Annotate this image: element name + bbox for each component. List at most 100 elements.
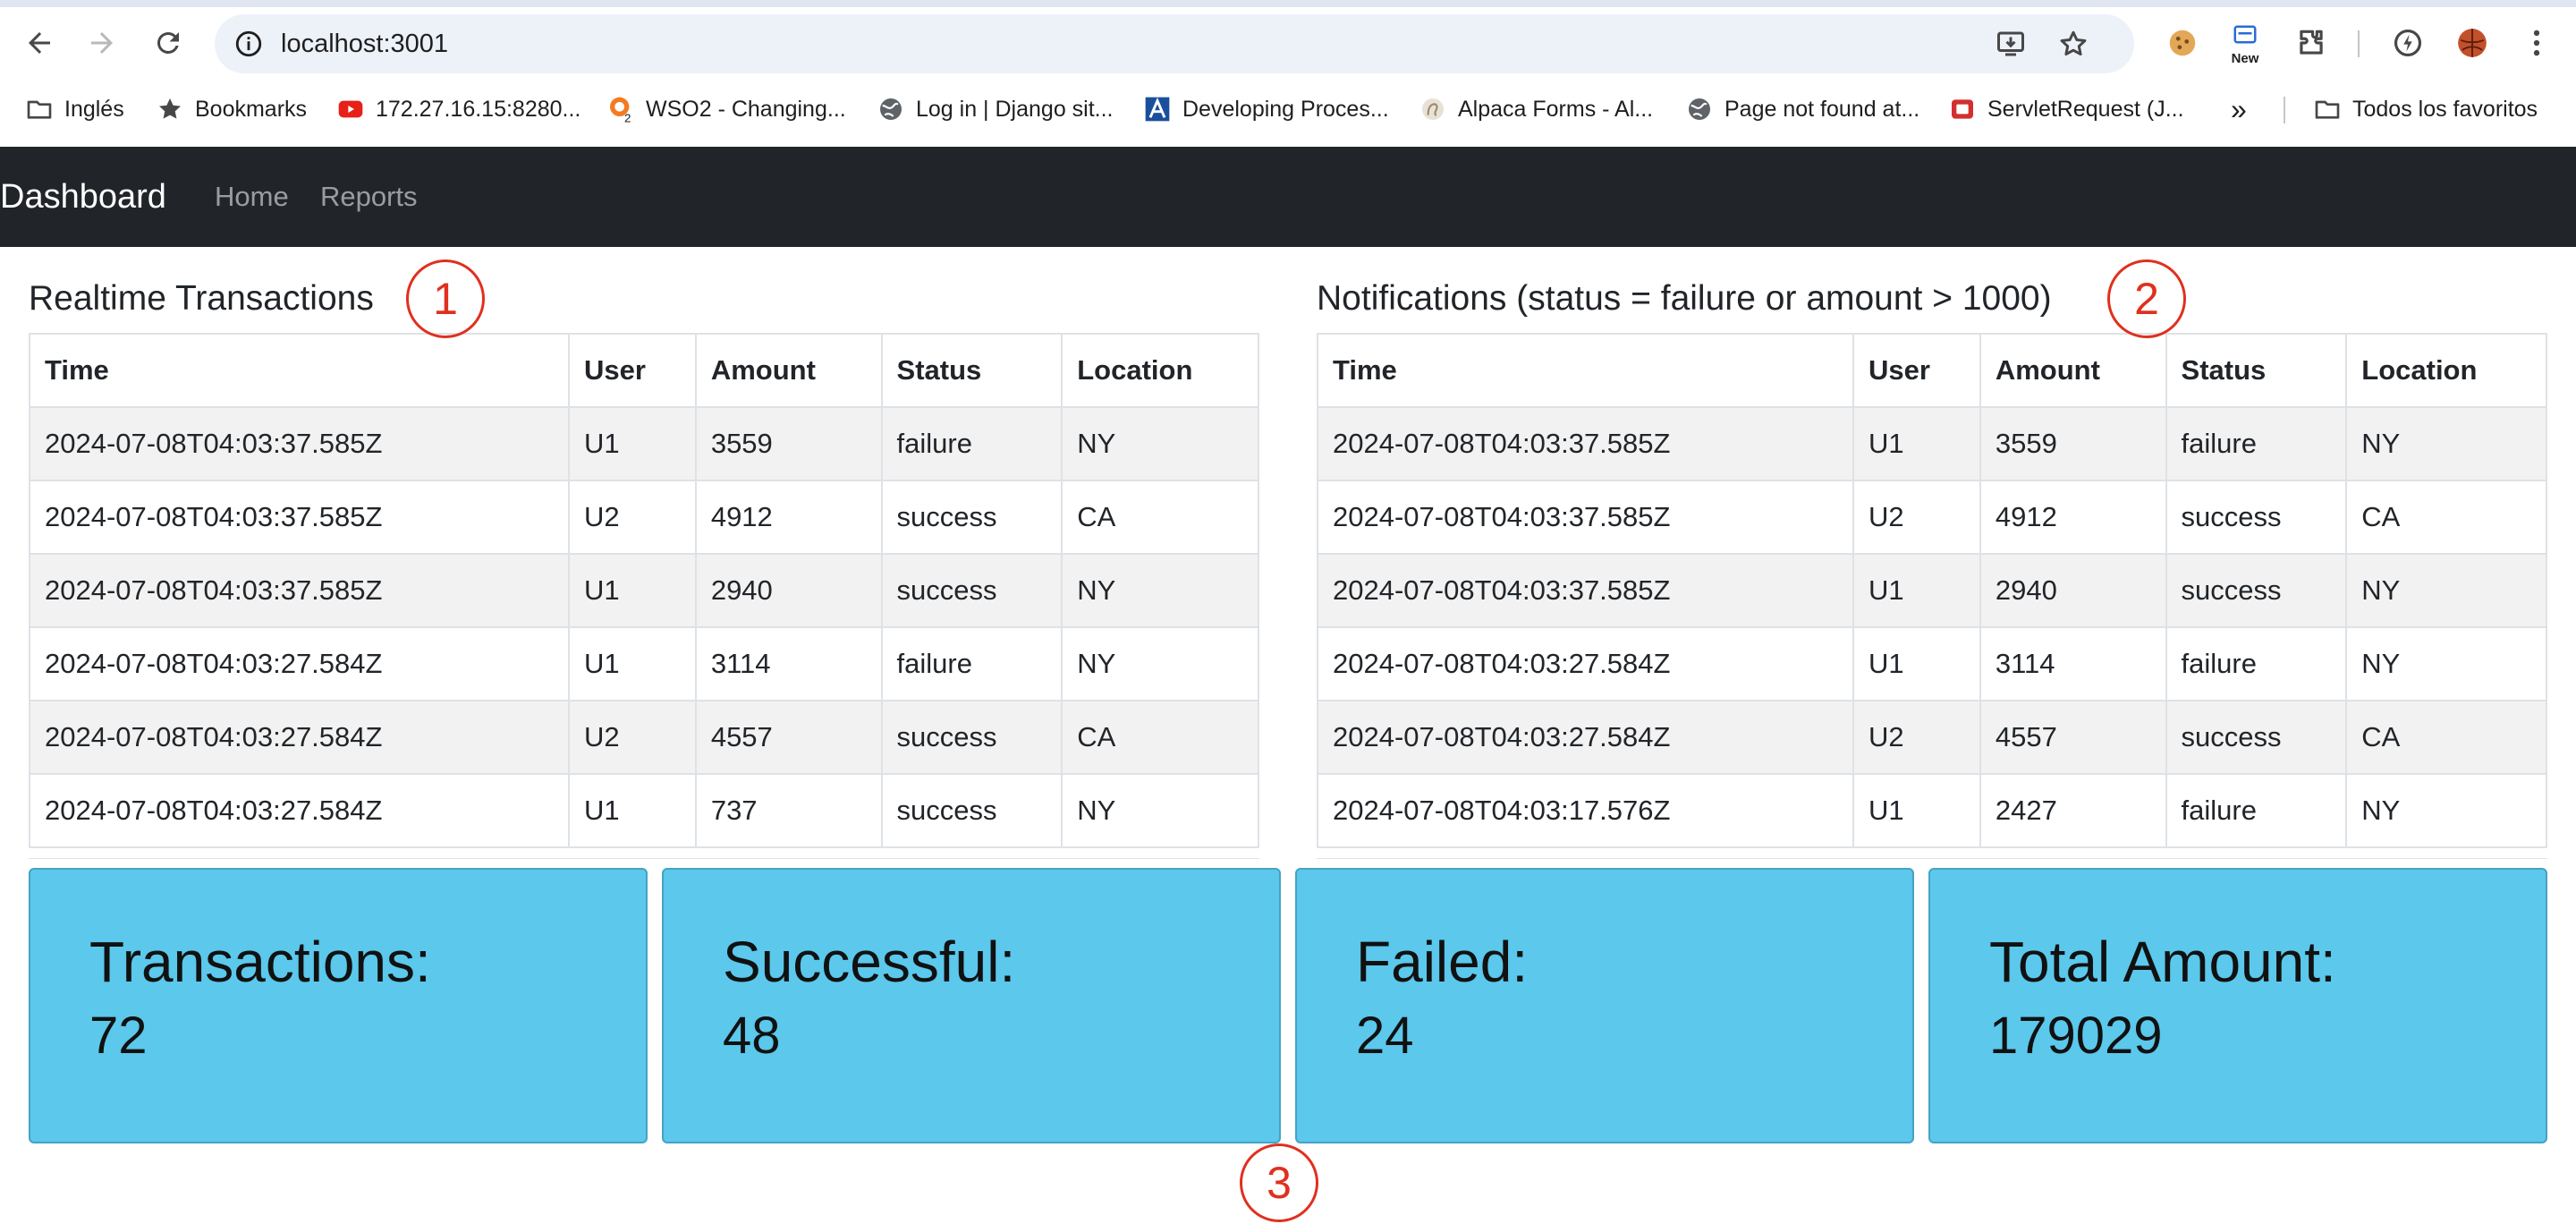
stat-card-successful: Successful: 48 bbox=[662, 868, 1281, 1143]
table-cell: U2 bbox=[568, 480, 697, 555]
table-row: 2024-07-08T04:03:37.585Z U1 2940 success NY bbox=[1317, 553, 2547, 628]
table-row: 2024-07-08T04:03:27.584Z U2 4557 success CA bbox=[29, 700, 1259, 775]
bookmark-label: ServletRequest (J... bbox=[1987, 96, 2184, 122]
table-cell: 2024-07-08T04:03:37.585Z bbox=[29, 553, 571, 628]
bookmarks-bar: Inglés Bookmarks 172.27.16.15:8280... 2 … bbox=[0, 86, 2576, 132]
table-row: 2024-07-08T04:03:27.584Z U2 4557 success CA bbox=[1317, 700, 2547, 775]
table-row: 2024-07-08T04:03:37.585Z U2 4912 success CA bbox=[1317, 480, 2547, 555]
reload-button[interactable] bbox=[143, 18, 193, 68]
forward-arrow-icon bbox=[91, 32, 113, 54]
nav-link-home[interactable]: Home bbox=[215, 147, 289, 247]
table-cell: CA bbox=[2345, 480, 2547, 555]
bookmark-label: Page not found at... bbox=[1724, 96, 1920, 122]
bookmark-django-login[interactable]: Log in | Django sit... bbox=[877, 86, 1114, 132]
table-cell: 2024-07-08T04:03:27.584Z bbox=[1317, 700, 1855, 775]
browser-toolbar: localhost:3001 New bbox=[0, 7, 2576, 79]
table-cell: CA bbox=[2345, 700, 2547, 775]
table-cell: failure bbox=[880, 406, 1063, 481]
notifications-title: Notifications (status = failure or amoun… bbox=[1317, 279, 2052, 318]
tab-strip-edge bbox=[0, 0, 2576, 7]
table-cell: 2024-07-08T04:03:27.584Z bbox=[29, 773, 571, 848]
table-cell: CA bbox=[1061, 480, 1259, 555]
bookmark-bookmarks[interactable]: Bookmarks bbox=[156, 86, 307, 132]
table-cell: U2 bbox=[568, 700, 697, 775]
table-cell: NY bbox=[2345, 406, 2547, 481]
table-cell: success bbox=[880, 480, 1063, 555]
table-row: 2024-07-08T04:03:37.585Z U1 3559 failure NY bbox=[1317, 406, 2547, 481]
table-cell: 3114 bbox=[1979, 626, 2167, 701]
table-row: 2024-07-08T04:03:17.576Z U1 2427 failure NY bbox=[1317, 773, 2547, 848]
column-header: Location bbox=[1061, 333, 1259, 408]
bookmark-developing-process[interactable]: Developing Proces... bbox=[1143, 86, 1389, 132]
navbar-brand[interactable]: Dashboard bbox=[0, 147, 166, 247]
profile-avatar-icon[interactable] bbox=[2447, 18, 2497, 68]
new-extension-icon[interactable]: New bbox=[2220, 18, 2270, 68]
transactions-table-container[interactable]: Time User Amount Status Location 2024-07… bbox=[29, 333, 1259, 859]
table-row: 2024-07-08T04:03:37.585Z U2 4912 success CA bbox=[29, 480, 1259, 555]
table-cell: 2024-07-08T04:03:27.584Z bbox=[29, 626, 571, 701]
stat-value: 72 bbox=[89, 1007, 148, 1065]
bookmark-ip-address[interactable]: 172.27.16.15:8280... bbox=[336, 86, 580, 132]
alpaca-forms-icon bbox=[1419, 95, 1447, 123]
forward-button[interactable] bbox=[77, 18, 127, 68]
servlet-icon bbox=[1948, 95, 1977, 123]
site-info-icon[interactable] bbox=[227, 22, 270, 65]
table-cell: 2024-07-08T04:03:37.585Z bbox=[29, 406, 571, 481]
table-row: 2024-07-08T04:03:37.585Z U1 3559 failure NY bbox=[29, 406, 1259, 481]
bookmarks-divider bbox=[2284, 97, 2285, 123]
nav-link-reports[interactable]: Reports bbox=[320, 147, 418, 247]
column-header: User bbox=[568, 333, 697, 408]
table-cell: 4557 bbox=[1979, 700, 2167, 775]
back-button[interactable] bbox=[14, 18, 64, 68]
bookmark-alpaca-forms[interactable]: Alpaca Forms - Al... bbox=[1419, 86, 1653, 132]
table-cell: success bbox=[880, 773, 1063, 848]
table-cell: 4557 bbox=[694, 700, 883, 775]
table-cell: failure bbox=[2165, 626, 2348, 701]
stat-card-failed: Failed: 24 bbox=[1295, 868, 1914, 1143]
bookmark-page-not-found[interactable]: Page not found at... bbox=[1685, 86, 1919, 132]
table-header-row: Time User Amount Status Location bbox=[1317, 333, 2547, 408]
table-cell: 737 bbox=[694, 773, 883, 848]
menu-kebab-icon[interactable] bbox=[2512, 18, 2562, 68]
all-bookmarks-folder[interactable]: Todos los favoritos bbox=[2313, 86, 2538, 132]
table-cell: success bbox=[2165, 700, 2348, 775]
table-cell: failure bbox=[880, 626, 1063, 701]
table-cell: NY bbox=[2345, 773, 2547, 848]
table-cell: U1 bbox=[1852, 773, 1981, 848]
table-cell: failure bbox=[2165, 406, 2348, 481]
cookie-extension-icon[interactable] bbox=[2157, 18, 2207, 68]
bookmark-ingles[interactable]: Inglés bbox=[25, 86, 124, 132]
app-navbar: Dashboard Home Reports bbox=[0, 147, 2576, 247]
table-cell: U2 bbox=[1852, 480, 1981, 555]
notifications-table-container[interactable]: Time User Amount Status Location 2024-07… bbox=[1317, 333, 2547, 859]
install-app-icon[interactable] bbox=[1989, 22, 2032, 65]
toolbar-divider bbox=[2358, 30, 2360, 57]
performance-icon[interactable] bbox=[2383, 18, 2433, 68]
table-cell: 2024-07-08T04:03:37.585Z bbox=[1317, 553, 1855, 628]
more-bookmarks-button[interactable]: » bbox=[2231, 86, 2247, 132]
address-bar[interactable]: localhost:3001 bbox=[215, 14, 2134, 73]
bookmark-label: Inglés bbox=[64, 96, 124, 122]
column-header: User bbox=[1852, 333, 1981, 408]
bookmark-servlet-request[interactable]: ServletRequest (J... bbox=[1948, 86, 2184, 132]
stat-label: Failed: bbox=[1356, 930, 1529, 994]
stat-value: 48 bbox=[723, 1007, 781, 1065]
transactions-title: Realtime Transactions bbox=[29, 279, 374, 318]
bookmark-wso2[interactable]: 2 WSO2 - Changing... bbox=[606, 86, 846, 132]
table-cell: 2024-07-08T04:03:37.585Z bbox=[1317, 480, 1855, 555]
table-cell: 2427 bbox=[1979, 773, 2167, 848]
table-cell: U1 bbox=[568, 406, 697, 481]
folder-icon bbox=[2313, 95, 2342, 123]
table-row: 2024-07-08T04:03:27.584Z U1 737 success NY bbox=[29, 773, 1259, 848]
table-cell: NY bbox=[1061, 626, 1259, 701]
bookmark-star-icon[interactable] bbox=[2052, 22, 2095, 65]
globe-icon bbox=[1685, 95, 1714, 123]
youtube-icon bbox=[336, 95, 365, 123]
browser-chrome: localhost:3001 New Inglés Bookmarks 172.… bbox=[0, 0, 2576, 147]
url-text[interactable]: localhost:3001 bbox=[281, 14, 448, 73]
table-cell: 3559 bbox=[694, 406, 883, 481]
stat-value: 24 bbox=[1356, 1007, 1414, 1065]
table-row: 2024-07-08T04:03:27.584Z U1 3114 failure NY bbox=[29, 626, 1259, 701]
annotation-marker-3: 3 bbox=[1240, 1143, 1318, 1222]
extensions-puzzle-icon[interactable] bbox=[2286, 18, 2336, 68]
